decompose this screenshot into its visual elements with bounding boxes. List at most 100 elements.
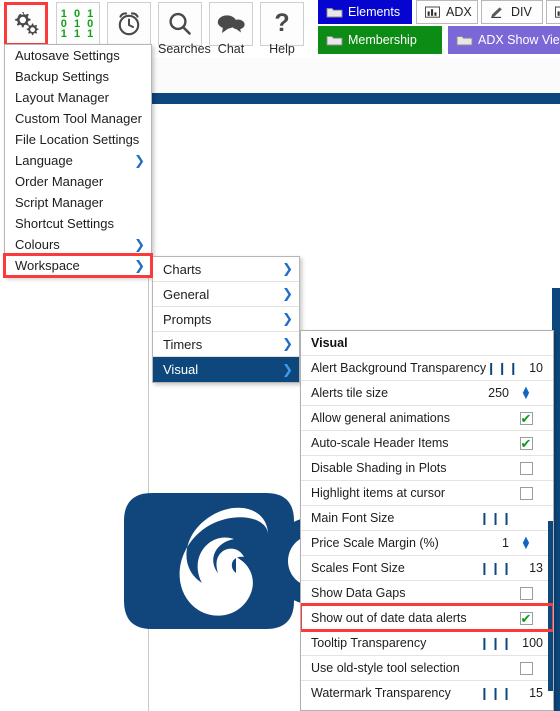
checkbox-control[interactable]: ✔ [509,610,543,626]
tab-membership[interactable]: Membership [318,26,442,54]
setting-value: 15 [529,686,543,700]
setting-label: Disable Shading in Plots [311,461,447,475]
chevron-right-icon: ❯ [282,336,293,351]
binary-button[interactable]: 1 0 1 0 1 0 1 1 1 [56,2,100,46]
menu-item-order-manager[interactable]: Order Manager [5,171,151,192]
checkbox-control[interactable] [509,661,543,675]
tab-partial-right[interactable] [546,0,560,24]
tab-adx-show-views[interactable]: ADX Show Views [448,26,560,54]
chevron-right-icon: ❯ [134,152,145,168]
chevron-right-icon: ❯ [134,236,145,252]
menu-item-label: Autosave Settings [15,48,120,63]
slider-control[interactable]: ❙❙❙ [479,561,513,575]
slider-icon: ❙❙❙ [479,561,513,575]
slider-control[interactable]: ❙❙❙ [486,361,519,375]
searches-button-label: Searches [158,42,211,56]
checkbox-control[interactable] [509,461,543,475]
menu-item-workspace[interactable]: Workspace ❯ [3,253,153,278]
search-icon [169,12,191,35]
setting-row[interactable]: Use old-style tool selection [301,655,553,680]
searches-button[interactable] [158,2,202,46]
check-icon: ✔ [520,435,532,451]
setting-row[interactable]: Alerts tile size 250 ▲ ▼ [301,380,553,405]
page-header-band [148,58,560,94]
checkbox-checked-icon: ✔ [519,411,533,425]
chevron-right-icon: ❯ [282,261,293,276]
tab-elements[interactable]: Elements [318,0,412,24]
tab-elements-label: Elements [348,5,401,19]
submenu-item-timers[interactable]: Timers ❯ [153,332,299,357]
submenu-item-visual[interactable]: Visual ❯ [153,357,299,382]
setting-row[interactable]: Watermark Transparency ❙❙❙ 15 [301,680,553,705]
menu-item-backup-settings[interactable]: Backup Settings [5,66,151,87]
tab-div[interactable]: DIV [481,0,543,24]
workspace-submenu[interactable]: Charts ❯ General ❯ Prompts ❯ Timers ❯ Visual ❯ [152,256,300,383]
setting-value: 13 [529,561,543,575]
setting-label: Scales Font Size [311,561,405,575]
checkbox-checked-icon: ✔ [519,435,533,451]
tab-div-label: DIV [511,5,532,19]
submenu-item-general[interactable]: General ❯ [153,282,299,307]
setting-row[interactable]: Main Font Size ❙❙❙ [301,505,553,530]
checkbox-checked-icon: ✔ [519,610,533,626]
setting-row[interactable]: Show Data Gaps [301,580,553,605]
tab-adx[interactable]: ADX [416,0,478,24]
spinner-icon: ▲ ▼ [520,534,532,552]
visual-settings-panel[interactable]: Visual Alert Background Transparency ❙❙❙ 1… [300,330,554,711]
setting-value: 250 [488,386,509,400]
checkbox-unchecked-icon [519,461,533,475]
settings-button[interactable] [4,2,48,46]
menu-item-autosave-settings[interactable]: Autosave Settings [5,45,151,66]
menu-item-label: Layout Manager [15,90,109,105]
setting-row[interactable]: Price Scale Margin (%) 1 ▲ ▼ [301,530,553,555]
menu-item-layout-manager[interactable]: Layout Manager [5,87,151,108]
chevron-right-icon: ❯ [282,286,293,301]
menu-item-custom-tool-manager[interactable]: Custom Tool Manager [5,108,151,129]
chat-button[interactable] [209,2,253,46]
menu-item-script-manager[interactable]: Script Manager [5,192,151,213]
checkbox-unchecked-icon [519,586,533,600]
menu-item-language[interactable]: Language ❯ [5,150,151,171]
setting-label: Allow general animations [311,411,450,425]
checkbox-control[interactable]: ✔ [509,435,543,451]
settings-menu[interactable]: Autosave Settings Backup Settings Layout M… [3,44,153,278]
setting-row[interactable]: Disable Shading in Plots [301,455,553,480]
checkbox-control[interactable]: ✔ [509,411,543,425]
submenu-item-charts[interactable]: Charts ❯ [153,257,299,282]
submenu-item-prompts[interactable]: Prompts ❯ [153,307,299,332]
slider-control[interactable]: ❙❙❙ [479,511,513,525]
chevron-right-icon: ❯ [282,361,293,377]
checkbox-control[interactable] [509,586,543,600]
chat-button-label: Chat [217,42,245,56]
menu-item-file-location-settings[interactable]: File Location Settings [5,129,151,150]
pencil-icon [491,7,502,18]
check-icon: ✔ [520,610,532,626]
setting-row[interactable]: Tooltip Transparency ❙❙❙ 100 [301,630,553,655]
menu-item-label: Workspace [15,258,80,273]
menu-item-label: Shortcut Settings [15,216,114,231]
menu-item-shortcut-settings[interactable]: Shortcut Settings [5,213,151,234]
setting-label: Alerts tile size [311,386,389,400]
slider-icon: ❙❙❙ [479,636,513,650]
submenu-item-label: Prompts [163,311,212,327]
app-logo [124,493,328,629]
slider-control[interactable]: ❙❙❙ [479,686,513,700]
setting-row[interactable]: Auto-scale Header Items ✔ [301,430,553,455]
setting-row[interactable]: Scales Font Size ❙❙❙ 13 [301,555,553,580]
checkbox-control[interactable] [509,486,543,500]
spinner-control[interactable]: ▲ ▼ [509,385,543,402]
setting-row[interactable]: Alert Background Transparency ❙❙❙ 10 [301,355,553,380]
setting-row[interactable]: Highlight items at cursor [301,480,553,505]
setting-row[interactable]: Show out of date data alerts ✔ [301,603,553,632]
setting-row[interactable]: Allow general animations ✔ [301,405,553,430]
help-button[interactable]: ? [260,2,304,46]
slider-control[interactable]: ❙❙❙ [479,636,513,650]
setting-label: Alert Background Transparency [311,361,487,375]
menu-item-label: File Location Settings [15,132,140,147]
setting-label: Use old-style tool selection [311,661,460,675]
alarm-button[interactable] [107,2,151,46]
folder-icon [326,36,343,46]
alarm-icon [118,12,140,36]
spinner-control[interactable]: ▲ ▼ [509,534,543,552]
menu-item-colours[interactable]: Colours ❯ [5,234,151,255]
